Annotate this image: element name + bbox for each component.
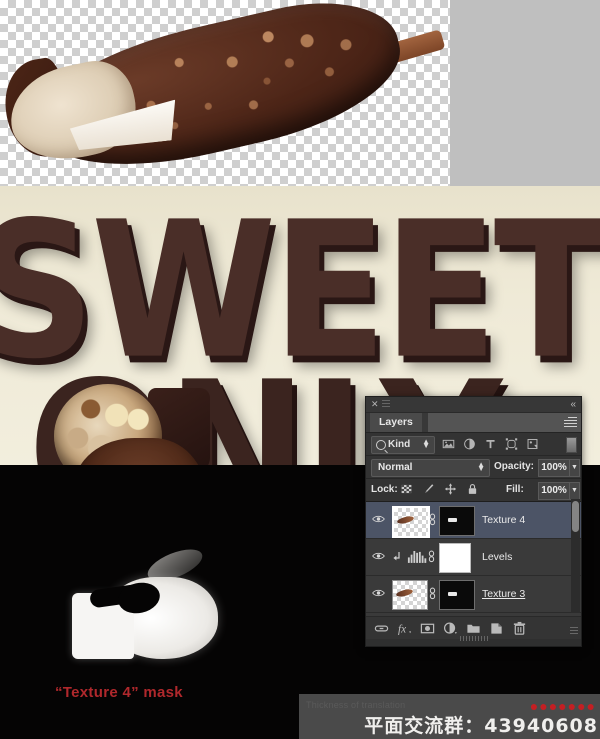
- table-row[interactable]: Texture 3: [366, 576, 581, 613]
- new-adjustment-layer-icon[interactable]: [443, 621, 458, 636]
- grey-backdrop-right: [450, 0, 600, 186]
- layer-list-scrollbar[interactable]: [571, 499, 580, 613]
- panel-menu-icon[interactable]: [564, 417, 577, 428]
- chevron-updown-icon: ▲ ▼: [422, 437, 430, 450]
- tab-layers[interactable]: Layers: [370, 413, 422, 432]
- layer-mask-thumbnail[interactable]: [439, 580, 475, 610]
- link-mask-icon[interactable]: [428, 550, 435, 563]
- opacity-input[interactable]: 100%: [538, 459, 570, 477]
- layer-mask-thumbnail-content: [448, 518, 457, 522]
- layers-panel: ✕ « Layers Kind ▲ ▼ Normal ▲ ▼ Opacity: …: [365, 396, 582, 647]
- filter-enable-toggle[interactable]: [566, 437, 577, 453]
- layer-thumbnail-content: [395, 588, 414, 598]
- layer-mask-thumbnail[interactable]: [439, 506, 475, 536]
- collapse-panel-icon[interactable]: «: [570, 398, 576, 411]
- tab-row-filler: [428, 413, 581, 432]
- type-layer-filter-icon[interactable]: [484, 437, 497, 451]
- smart-object-filter-icon[interactable]: [526, 437, 539, 451]
- watermark-qq-group: 平面交流群：43940608: [364, 715, 598, 737]
- fill-label: Fill:: [506, 484, 524, 495]
- new-layer-icon[interactable]: [489, 621, 504, 636]
- layers-panel-toolbar: fx: [366, 616, 581, 641]
- close-icon[interactable]: ✕: [371, 399, 379, 410]
- adjustment-layer-filter-icon[interactable]: [463, 437, 476, 451]
- layer-thumbnail-content: [396, 515, 415, 525]
- layer-mask-thumbnail-content: [448, 592, 457, 596]
- screenshot-stage: SWEET ONLY “Texture 4” mask Thickness of…: [0, 0, 600, 739]
- eye-visibility-icon[interactable]: [372, 588, 385, 598]
- filter-kind-label: Kind: [388, 439, 411, 450]
- shape-layer-filter-icon[interactable]: [505, 437, 518, 451]
- clipping-mask-arrow-icon: [393, 552, 400, 561]
- add-layer-mask-icon[interactable]: [420, 621, 435, 636]
- layer-style-fx-icon[interactable]: fx: [397, 621, 412, 636]
- filter-icon-group: [442, 436, 562, 452]
- layer-mask-thumbnail[interactable]: [439, 543, 471, 573]
- lock-label: Lock:: [371, 484, 398, 495]
- transparent-preview-band: [0, 0, 600, 186]
- layer-thumbnail[interactable]: [392, 506, 430, 538]
- panel-resize-grip[interactable]: [570, 627, 578, 635]
- lock-all-icon[interactable]: [466, 482, 479, 496]
- table-row[interactable]: Levels: [366, 539, 581, 576]
- levels-histogram-icon[interactable]: [407, 549, 429, 564]
- lock-position-icon[interactable]: [444, 482, 457, 496]
- blend-mode-value: Normal: [378, 462, 413, 473]
- mask-caption-label: “Texture 4” mask: [55, 684, 183, 701]
- eye-visibility-icon[interactable]: [372, 514, 385, 524]
- search-icon: [376, 440, 386, 450]
- layer-name[interactable]: Texture 3: [482, 588, 525, 600]
- lock-row: Lock: Fill: 100% ▼: [366, 479, 581, 502]
- new-group-icon[interactable]: [466, 621, 481, 636]
- link-mask-icon[interactable]: [429, 587, 436, 600]
- blend-mode-row: Normal ▲ ▼ Opacity: 100% ▼: [366, 456, 581, 479]
- layer-list: Texture 4 Levels Texture 3: [366, 502, 581, 616]
- blend-mode-dropdown[interactable]: Normal ▲ ▼: [371, 459, 490, 477]
- opacity-chevron-down-icon[interactable]: ▼: [569, 459, 580, 477]
- lock-image-pixels-icon[interactable]: [422, 482, 435, 496]
- eye-visibility-icon[interactable]: [372, 551, 385, 561]
- link-mask-icon[interactable]: [429, 513, 436, 526]
- delete-layer-icon[interactable]: [512, 621, 527, 636]
- opacity-label: Opacity:: [494, 461, 535, 472]
- fill-input[interactable]: 100%: [538, 482, 570, 500]
- lock-transparent-pixels-icon[interactable]: [400, 482, 413, 496]
- panel-drag-grip[interactable]: [382, 400, 390, 408]
- panel-tab-row: Layers: [366, 413, 581, 433]
- layer-thumbnail[interactable]: [392, 580, 428, 610]
- fill-chevron-down-icon[interactable]: ▼: [569, 482, 580, 500]
- chocolate-letter-photo: [52, 384, 212, 465]
- layer-name[interactable]: Levels: [482, 551, 512, 563]
- lock-icon-group: [400, 482, 479, 496]
- svg-text:fx: fx: [398, 623, 406, 635]
- layer-name[interactable]: Texture 4: [482, 514, 525, 526]
- panel-titlebar: ✕ «: [366, 397, 581, 413]
- panel-resize-handle[interactable]: [460, 636, 488, 641]
- link-layers-icon[interactable]: [374, 621, 389, 636]
- chevron-updown-icon: ▲ ▼: [477, 460, 485, 473]
- scrollbar-thumb[interactable]: [572, 501, 579, 532]
- layer-mask-shape: [62, 543, 222, 661]
- filter-kind-dropdown[interactable]: Kind ▲ ▼: [371, 436, 435, 454]
- watermark-bar: Thickness of translation ●●●●●●● 平面交流群：4…: [299, 694, 600, 739]
- layer-filter-row: Kind ▲ ▼: [366, 433, 581, 456]
- pixel-layer-filter-icon[interactable]: [442, 437, 455, 451]
- watermark-faint-text: Thickness of translation: [306, 700, 406, 710]
- chocolate-ice-cream-bar-image: [0, 0, 448, 186]
- table-row[interactable]: Texture 4: [366, 502, 581, 539]
